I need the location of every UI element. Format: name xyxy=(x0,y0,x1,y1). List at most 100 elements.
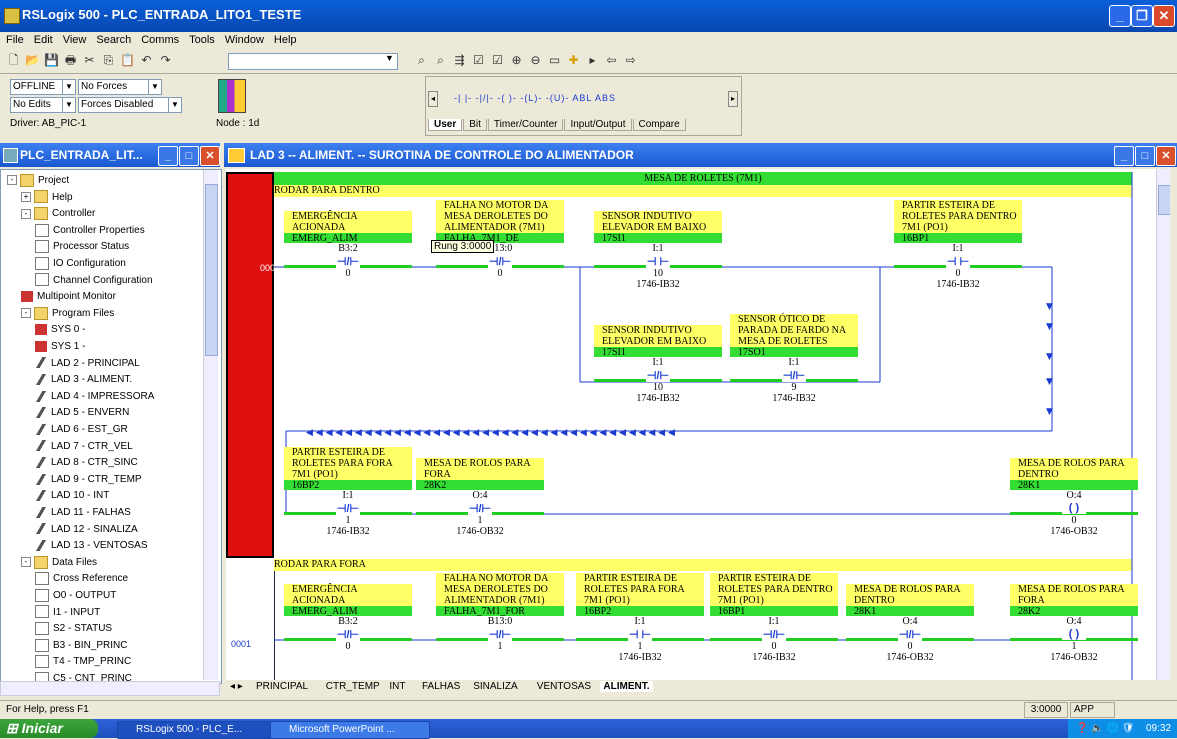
zoom-in-icon[interactable]: ⊕ xyxy=(508,52,525,69)
edits-field[interactable]: No Edits xyxy=(10,97,64,113)
window-icon[interactable]: ▭ xyxy=(546,52,563,69)
tree-item[interactable]: LAD 4 - IMPRESSORA xyxy=(35,388,154,405)
start-button[interactable]: ⊞ Iniciar xyxy=(0,719,98,738)
menu-help[interactable]: Help xyxy=(274,34,297,46)
redo-icon[interactable]: ↷ xyxy=(157,52,174,69)
mode-dropdown-icon[interactable]: ▼ xyxy=(62,79,76,95)
palette-tab-bit[interactable]: Bit xyxy=(463,119,487,131)
close-button[interactable]: ✕ xyxy=(1153,5,1175,27)
palette-tab-inputoutput[interactable]: Input/Output xyxy=(564,119,632,131)
task-powerpoint[interactable]: Microsoft PowerPoint ... xyxy=(270,721,430,739)
tree-item[interactable]: LAD 3 - ALIMENT. xyxy=(35,371,132,388)
copy-icon[interactable]: ⎘ xyxy=(100,52,117,69)
forward-icon[interactable]: ⇨ xyxy=(622,52,639,69)
verify-file-icon[interactable]: ☑ xyxy=(470,52,487,69)
forces-enabled-dropdown-icon[interactable]: ▼ xyxy=(168,97,182,113)
collapse-icon[interactable]: - xyxy=(21,557,31,568)
forces-dropdown-icon[interactable]: ▼ xyxy=(148,79,162,95)
goto-icon[interactable]: ⇶ xyxy=(451,52,468,69)
project-close-button[interactable]: ✕ xyxy=(200,146,220,166)
add-icon[interactable]: ✚ xyxy=(565,52,582,69)
tree-item[interactable]: T4 - TMP_PRINC xyxy=(35,653,131,670)
collapse-icon[interactable]: - xyxy=(21,208,31,219)
ladder-scrollbar[interactable] xyxy=(1156,169,1170,680)
palette-tab-compare[interactable]: Compare xyxy=(632,119,686,131)
expand-icon[interactable]: + xyxy=(21,191,31,202)
tree-item[interactable]: - Controller xyxy=(21,205,95,222)
restore-button[interactable]: ❐ xyxy=(1131,5,1153,27)
tab-ventosas[interactable]: VENTOSAS xyxy=(537,681,591,692)
ladder-scroll-thumb[interactable] xyxy=(1158,185,1170,215)
tree-item[interactable]: LAD 9 - CTR_TEMP xyxy=(35,471,142,488)
palette-tab-timercounter[interactable]: Timer/Counter xyxy=(487,119,564,131)
tree-item[interactable]: + Help xyxy=(21,189,73,206)
project-minimize-button[interactable]: _ xyxy=(158,146,178,166)
menu-edit[interactable]: Edit xyxy=(34,34,53,46)
chevron-down-icon[interactable]: ▼ xyxy=(385,53,394,63)
tree-item[interactable]: LAD 8 - CTR_SINC xyxy=(35,454,138,471)
palette-tab-user[interactable]: User xyxy=(428,119,463,131)
tab-falhas[interactable]: FALHAS xyxy=(422,681,460,692)
search-combo[interactable] xyxy=(228,53,398,70)
palette-right-icon[interactable]: ▸ xyxy=(728,91,738,107)
tree-item[interactable]: I1 - INPUT xyxy=(35,604,100,621)
back-icon[interactable]: ⇦ xyxy=(603,52,620,69)
task-rslogix[interactable]: RSLogix 500 - PLC_E... xyxy=(117,721,277,739)
tree-item[interactable]: LAD 13 - VENTOSAS xyxy=(35,537,148,554)
tree-item[interactable]: B3 - BIN_PRINC xyxy=(35,637,127,654)
save-icon[interactable]: 💾 xyxy=(43,52,60,69)
tree-scrollbar[interactable] xyxy=(203,170,218,680)
project-maximize-button[interactable]: □ xyxy=(179,146,199,166)
tree-item[interactable]: IO Configuration xyxy=(35,255,126,272)
replace-icon[interactable]: ⌕ xyxy=(432,52,449,69)
tree-item[interactable]: SYS 0 - xyxy=(35,321,85,338)
tree-item[interactable]: Multipoint Monitor xyxy=(21,288,116,305)
tree-item[interactable]: Processor Status xyxy=(35,238,129,255)
zoom-out-icon[interactable]: ⊖ xyxy=(527,52,544,69)
menu-search[interactable]: Search xyxy=(96,34,131,46)
mode-field[interactable]: OFFLINE xyxy=(10,79,64,95)
menu-file[interactable]: File xyxy=(6,34,24,46)
paste-icon[interactable]: 📋 xyxy=(119,52,136,69)
run-icon[interactable]: ▸ xyxy=(584,52,601,69)
menu-comms[interactable]: Comms xyxy=(141,34,179,46)
tab-int[interactable]: INT xyxy=(389,681,405,692)
tab-principal[interactable]: PRINCIPAL xyxy=(256,681,308,692)
tree-item[interactable]: LAD 7 - CTR_VEL xyxy=(35,438,133,455)
tree-scroll-thumb[interactable] xyxy=(205,184,218,356)
tab-aliment[interactable]: ALIMENT. xyxy=(600,681,653,692)
forces-field[interactable]: No Forces xyxy=(78,79,152,95)
tree-item[interactable]: LAD 11 - FALHAS xyxy=(35,504,131,521)
tree-item[interactable]: - Data Files xyxy=(21,554,97,571)
tree-item[interactable]: SYS 1 - xyxy=(35,338,85,355)
tab-ctr_temp[interactable]: CTR_TEMP xyxy=(326,681,380,692)
print-icon[interactable]: 🖶 xyxy=(62,52,79,69)
palette-instructions[interactable]: -| |- -|/|- -( )- -(L)- -(U)- ABL ABS xyxy=(454,93,616,103)
menu-window[interactable]: Window xyxy=(225,34,264,46)
menu-tools[interactable]: Tools xyxy=(189,34,215,46)
forces-enabled-field[interactable]: Forces Disabled xyxy=(78,97,170,113)
tree-item[interactable]: Channel Configuration xyxy=(35,272,153,289)
palette-left-icon[interactable]: ◂ xyxy=(428,91,438,107)
new-icon[interactable]: 🗋 xyxy=(5,52,22,69)
edits-dropdown-icon[interactable]: ▼ xyxy=(62,97,76,113)
cut-icon[interactable]: ✂ xyxy=(81,52,98,69)
collapse-icon[interactable]: - xyxy=(7,175,17,186)
tree-item[interactable]: LAD 5 - ENVERN xyxy=(35,404,129,421)
tree-item[interactable]: Controller Properties xyxy=(35,222,145,239)
tab-sinaliza[interactable]: SINALIZA xyxy=(473,681,517,692)
menu-view[interactable]: View xyxy=(63,34,87,46)
ladder-minimize-button[interactable]: _ xyxy=(1114,146,1134,166)
verify-project-icon[interactable]: ☑ xyxy=(489,52,506,69)
find-icon[interactable]: ⌕ xyxy=(413,52,430,69)
tree-item[interactable]: Cross Reference xyxy=(35,570,128,587)
tree-item[interactable]: LAD 6 - EST_GR xyxy=(35,421,128,438)
tab-scroll-icon[interactable]: ◂ ▸ xyxy=(230,681,243,692)
tree-item[interactable]: S2 - STATUS xyxy=(35,620,112,637)
tree-item[interactable]: O0 - OUTPUT xyxy=(35,587,116,604)
ladder-close-button[interactable]: ✕ xyxy=(1156,146,1176,166)
collapse-icon[interactable]: - xyxy=(21,308,31,319)
minimize-button[interactable]: _ xyxy=(1109,5,1131,27)
tree-item[interactable]: - Project xyxy=(7,172,69,189)
open-icon[interactable]: 📂 xyxy=(24,52,41,69)
